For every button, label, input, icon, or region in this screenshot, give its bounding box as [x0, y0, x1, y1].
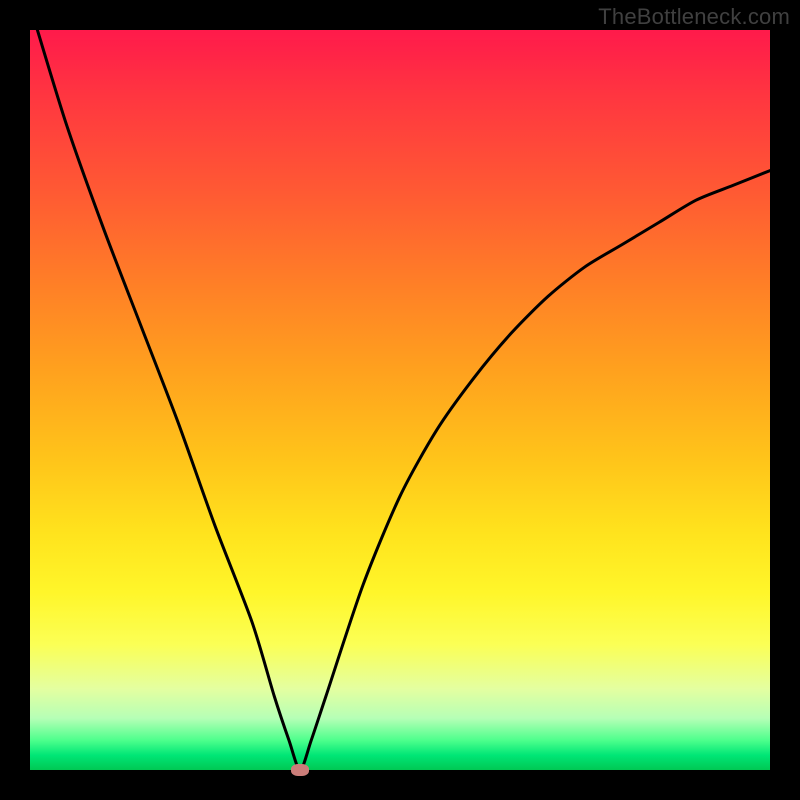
bottleneck-curve [37, 30, 770, 770]
curve-svg [30, 30, 770, 770]
plot-area [30, 30, 770, 770]
chart-frame: TheBottleneck.com [0, 0, 800, 800]
watermark-text: TheBottleneck.com [598, 4, 790, 30]
marker-dot [291, 764, 309, 776]
